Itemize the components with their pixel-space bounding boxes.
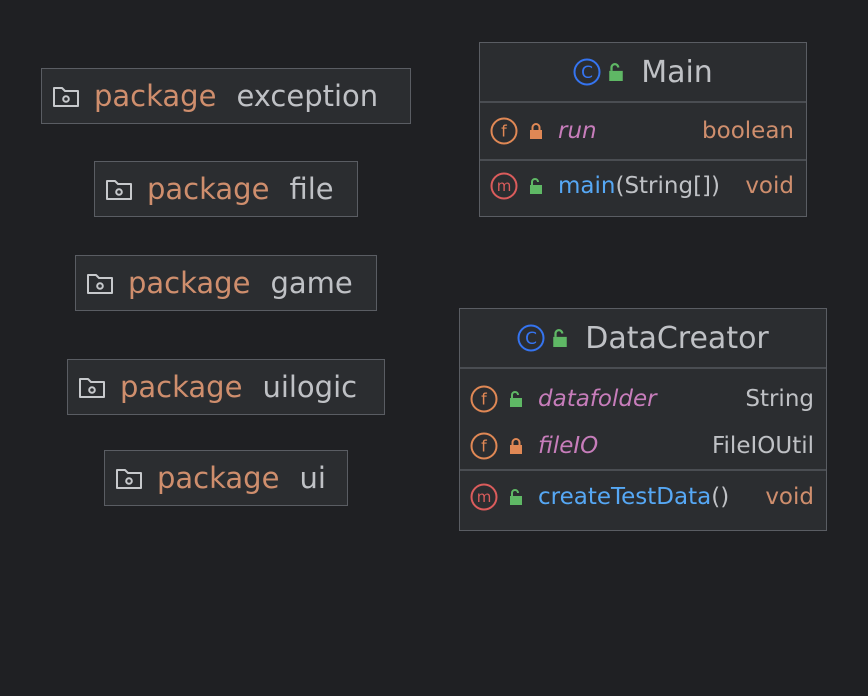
- folder-icon: [78, 375, 106, 399]
- field-row[interactable]: fileIO FileIOUtil: [460, 423, 826, 469]
- method-name: createTestData: [538, 484, 712, 510]
- field-name: fileIO: [538, 433, 599, 459]
- package-game[interactable]: package game: [75, 255, 377, 311]
- class-name: Main: [641, 54, 713, 90]
- package-name: file: [289, 172, 334, 206]
- field-type: FileIOUtil: [711, 433, 814, 459]
- class-c-icon: [573, 58, 601, 86]
- method-name: main: [558, 173, 616, 199]
- lock-open-icon: [508, 489, 524, 505]
- method-m-icon: [470, 483, 498, 511]
- method-row[interactable]: main (String[]) void: [480, 159, 806, 211]
- class-header: Main: [480, 43, 806, 103]
- package-name: uilogic: [262, 370, 358, 404]
- method-params: (): [711, 484, 730, 510]
- package-name: ui: [299, 461, 326, 495]
- field-f-icon: [470, 432, 498, 460]
- package-name: exception: [236, 79, 379, 113]
- class-main[interactable]: Main run boolean main (String[]) void: [479, 42, 807, 217]
- lock-closed-icon: [508, 438, 524, 454]
- method-params: (String[]): [615, 173, 721, 199]
- method-return-type: void: [765, 484, 814, 510]
- field-type: boolean: [702, 118, 794, 144]
- field-name: run: [558, 118, 597, 144]
- lock-open-icon: [508, 391, 524, 407]
- method-row[interactable]: createTestData () void: [460, 469, 826, 523]
- package-keyword: package: [120, 370, 243, 404]
- field-f-icon: [490, 117, 518, 145]
- package-name: game: [270, 266, 353, 300]
- class-name: DataCreator: [585, 320, 769, 356]
- lock-open-icon: [528, 178, 544, 194]
- field-type: String: [745, 386, 814, 412]
- lock-open-icon: [551, 329, 569, 347]
- class-datacreator[interactable]: DataCreator datafolder String fileIO Fil…: [459, 308, 827, 531]
- field-name: datafolder: [538, 386, 657, 412]
- field-row[interactable]: datafolder String: [460, 369, 826, 423]
- folder-icon: [105, 177, 133, 201]
- folder-icon: [52, 84, 80, 108]
- package-uilogic[interactable]: package uilogic: [67, 359, 385, 415]
- package-exception[interactable]: package exception: [41, 68, 411, 124]
- package-keyword: package: [94, 79, 217, 113]
- lock-open-icon: [607, 63, 625, 81]
- package-keyword: package: [147, 172, 270, 206]
- package-file[interactable]: package file: [94, 161, 358, 217]
- class-c-icon: [517, 324, 545, 352]
- method-m-icon: [490, 172, 518, 200]
- field-row[interactable]: run boolean: [480, 103, 806, 159]
- method-return-type: void: [745, 173, 794, 199]
- folder-icon: [115, 466, 143, 490]
- folder-icon: [86, 271, 114, 295]
- field-f-icon: [470, 385, 498, 413]
- package-keyword: package: [157, 461, 280, 495]
- class-header: DataCreator: [460, 309, 826, 369]
- lock-closed-icon: [528, 123, 544, 139]
- package-ui[interactable]: package ui: [104, 450, 348, 506]
- package-keyword: package: [128, 266, 251, 300]
